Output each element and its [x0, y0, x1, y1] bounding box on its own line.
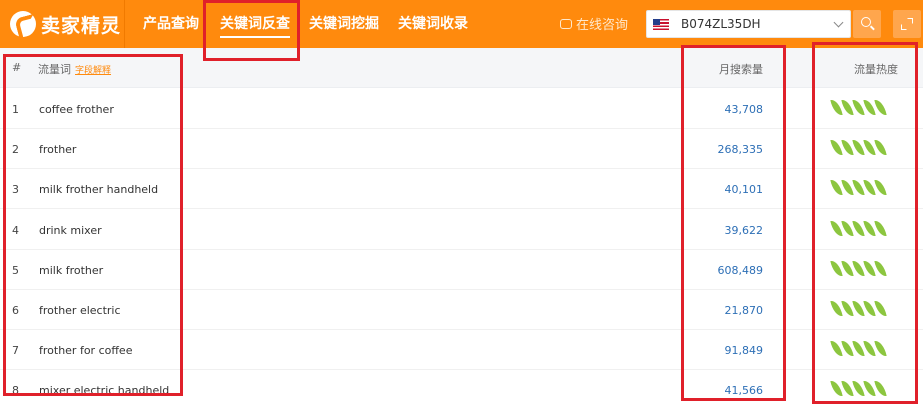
table-row[interactable]: 2 frother 268,335 — [0, 129, 923, 170]
row-index: 1 — [12, 103, 19, 116]
asin-search-input[interactable]: B074ZL35DH — [646, 10, 851, 38]
leaf-icon — [874, 299, 887, 318]
row-index: 8 — [12, 384, 19, 398]
search-button[interactable] — [853, 10, 881, 38]
keyword-text[interactable]: milk frother — [39, 264, 103, 277]
table-row[interactable]: 7 frother for coffee 91,849 — [0, 330, 923, 371]
nav-divider — [124, 0, 125, 48]
heat-rating — [830, 339, 887, 358]
col-monthly-search-header[interactable]: 月搜索量 — [719, 61, 763, 77]
table-row[interactable]: 1 coffee frother 43,708 — [0, 89, 923, 129]
col-keyword-header: 流量词 字段解释 — [38, 61, 111, 77]
keyword-text[interactable]: drink mixer — [39, 224, 102, 237]
table-row[interactable]: 5 milk frother 608,489 — [0, 249, 923, 290]
table-row[interactable]: 6 frother electric 21,870 — [0, 290, 923, 330]
leaf-icon — [874, 339, 887, 358]
keyword-text[interactable]: frother electric — [39, 304, 121, 317]
row-index: 5 — [12, 263, 19, 277]
asin-search-value: B074ZL35DH — [681, 17, 761, 31]
online-consult-label: 在线咨询 — [576, 18, 629, 33]
col-index-header: # — [12, 61, 22, 74]
monthly-search-link[interactable]: 608,489 — [718, 264, 764, 277]
row-index: 7 — [12, 344, 19, 358]
heat-rating — [830, 138, 887, 157]
leaf-icon — [874, 218, 887, 238]
table-header: # 流量词 字段解释 月搜索量 流量热度 — [0, 48, 923, 88]
leaf-icon — [874, 259, 887, 278]
chat-icon — [560, 18, 572, 29]
chevron-down-icon[interactable] — [833, 17, 844, 27]
table-row[interactable]: 3 milk frother handheld 40,101 — [0, 169, 923, 210]
top-nav-bar: 卖家精灵 产品查询 关键词反查 关键词挖掘 关键词收录 在线咨询 B074ZL3… — [0, 0, 923, 48]
monthly-search-link[interactable]: 91,849 — [725, 344, 764, 357]
monthly-search-link[interactable]: 39,622 — [725, 224, 764, 237]
monthly-search-link[interactable]: 21,870 — [725, 304, 764, 317]
row-index: 2 — [12, 143, 19, 157]
monthly-search-link[interactable]: 268,335 — [718, 143, 764, 156]
logo-icon — [10, 11, 36, 37]
logo-text: 卖家精灵 — [41, 14, 122, 37]
logo[interactable]: 卖家精灵 — [10, 8, 121, 40]
leaf-icon — [874, 138, 887, 157]
keyword-text[interactable]: milk frother handheld — [39, 183, 158, 196]
keyword-text[interactable]: frother — [39, 143, 76, 156]
monthly-search-link[interactable]: 41,566 — [725, 384, 764, 397]
us-flag-icon[interactable] — [653, 18, 669, 30]
col-heat-header[interactable]: 流量热度 — [854, 61, 898, 77]
col-keyword-label: 流量词 — [38, 63, 71, 76]
nav-keyword-mining[interactable]: 关键词挖掘 — [309, 13, 379, 35]
row-index: 6 — [12, 304, 19, 317]
row-index: 3 — [12, 183, 19, 197]
nav-keyword-indexing[interactable]: 关键词收录 — [398, 13, 468, 35]
nav-keyword-reverse[interactable]: 关键词反查 — [220, 13, 290, 38]
table-row[interactable]: 4 drink mixer 39,622 — [0, 209, 923, 250]
monthly-search-link[interactable]: 40,101 — [725, 183, 764, 196]
keyword-text[interactable]: mixer electric handheld — [39, 384, 169, 397]
heat-rating — [830, 218, 887, 238]
leaf-icon — [874, 178, 887, 198]
nav-product-query[interactable]: 产品查询 — [143, 13, 199, 35]
heat-rating — [830, 178, 887, 198]
heat-rating — [830, 259, 887, 278]
leaf-icon — [874, 379, 887, 399]
row-index: 4 — [12, 223, 19, 237]
heat-rating — [830, 299, 887, 318]
fullscreen-button[interactable] — [893, 10, 921, 38]
leaf-icon — [874, 98, 887, 117]
keyword-text[interactable]: coffee frother — [39, 103, 114, 116]
online-consult-link[interactable]: 在线咨询 — [560, 14, 628, 33]
heat-rating — [830, 98, 887, 117]
table-row[interactable]: 8 mixer electric handheld 41,566 — [0, 370, 923, 404]
heat-rating — [830, 379, 887, 399]
keyword-text[interactable]: frother for coffee — [39, 344, 132, 357]
monthly-search-link[interactable]: 43,708 — [725, 103, 764, 116]
field-explain-link[interactable]: 字段解释 — [75, 66, 111, 76]
